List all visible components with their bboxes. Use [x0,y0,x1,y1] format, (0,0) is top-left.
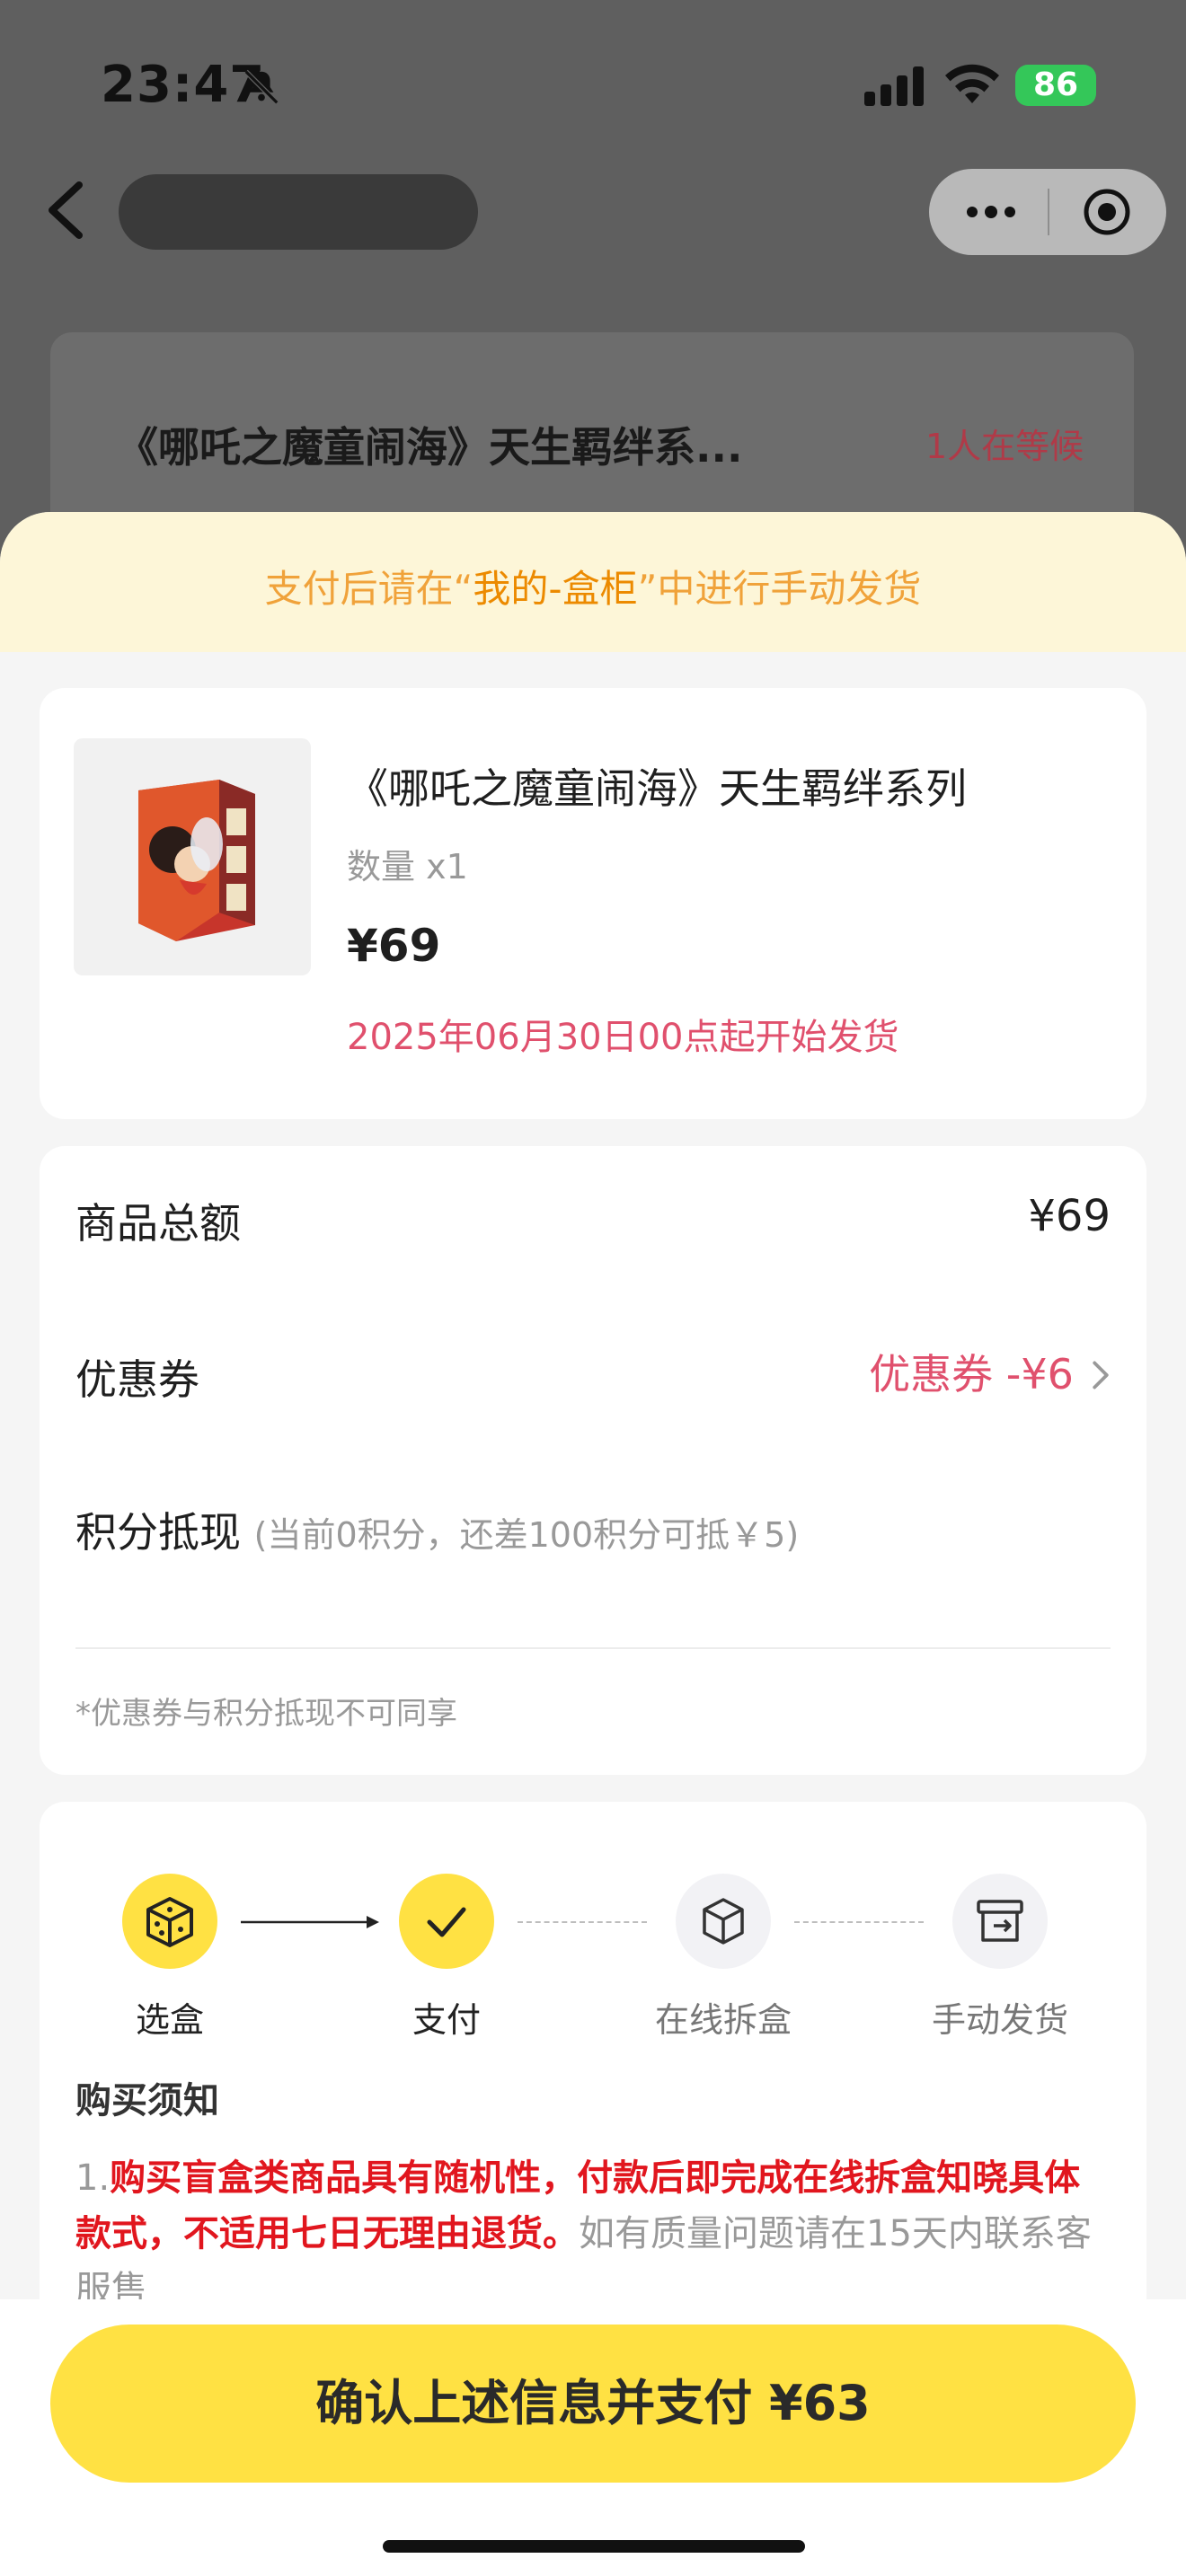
background-card-title: 《哪吒之魔童闹海》天生羁绊系... [117,423,743,472]
chevron-left-icon[interactable] [43,180,90,241]
check-icon [427,1907,466,1937]
more-dots-icon[interactable] [961,196,1021,228]
ship-box-icon [977,1900,1023,1942]
bell-muted-icon [243,69,279,105]
product-quantity: 数量 x1 [347,847,468,887]
purchase-rule-1: 1.购买盲盒类商品具有随机性，付款后即完成在线拆盒知晓具体款式，不适用七日无理由… [75,2150,1109,2317]
points-label: 积分抵现 [75,1508,241,1557]
product-ship-date: 2025年06月30日00点起开始发货 [347,1017,899,1058]
step-connector-dashed-1 [518,1921,647,1923]
miniprogram-capsule [929,169,1166,255]
notice-suffix: ”中进行手动发货 [637,567,922,611]
capsule-divider [1048,189,1049,235]
step-label-pay: 支付 [412,2000,481,2040]
chevron-right-icon [1093,1361,1109,1389]
step-connector-dashed-2 [794,1921,924,1923]
shipping-notice-text: 支付后请在“我的-盒柜”中进行手动发货 [0,559,1186,613]
home-indicator [383,2540,805,2553]
step-label-open-box: 在线拆盒 [654,2000,792,2040]
points-note: (当前0积分，还差100积分可抵￥5) [253,1515,800,1555]
payment-sheet: 支付后请在“我的-盒柜”中进行手动发货 《哪吒之魔童闹海》天生羁绊系列 数量 x… [0,512,1186,2576]
dice-icon [146,1897,193,1947]
coupon-value: 优惠券 -¥6 [869,1350,1074,1398]
page-title-placeholder [119,174,478,250]
step-choose-box [122,1874,217,1969]
step-manual-ship [952,1874,1048,1969]
product-card: 《哪吒之魔童闹海》天生羁绊系列 数量 x1 ¥69 2025年06月30日00点… [40,688,1146,1119]
points-row: 积分抵现 (当前0积分，还差100积分可抵￥5) [75,1500,799,1559]
product-name: 《哪吒之魔童闹海》天生羁绊系列 [347,764,967,813]
coupon-selector[interactable]: 优惠券 -¥6 [869,1342,1111,1399]
target-icon[interactable] [1082,187,1132,237]
step-open-box [676,1874,771,1969]
rule-number: 1. [75,2157,111,2199]
order-summary-card: 商品总额 ¥69 优惠券 优惠券 -¥6 积分抵现 (当前0积分，还差100积分… [40,1146,1146,1775]
step-arrow-solid [241,1916,379,1928]
total-value: ¥69 [1028,1191,1111,1241]
product-price: ¥69 [347,920,441,972]
total-label: 商品总额 [75,1199,241,1248]
summary-divider [75,1647,1111,1649]
coupon-points-fine-print: *优惠券与积分抵现不可同享 [75,1696,457,1732]
step-label-choose: 选盒 [135,2000,204,2040]
battery-indicator: 86 [1015,65,1096,106]
coupon-label: 优惠券 [75,1355,199,1404]
step-label-manual-ship: 手动发货 [931,2000,1068,2040]
confirm-pay-button[interactable]: 确认上述信息并支付 ¥63 [50,2325,1136,2483]
background-waiting-count: 1人在等候 [925,427,1084,466]
shipping-notice-banner: 支付后请在“我的-盒柜”中进行手动发货 [0,512,1186,652]
box-icon [703,1898,744,1945]
notice-prefix: 支付后请在“ [264,567,474,611]
blind-box-image-icon [138,780,255,941]
notice-highlight[interactable]: 我的-盒柜 [473,567,637,611]
product-image [74,738,311,975]
cellular-signal-icon [864,66,924,106]
wifi-icon [945,64,999,103]
step-pay [399,1874,494,1969]
purchase-notice-title: 购买须知 [75,2080,219,2122]
